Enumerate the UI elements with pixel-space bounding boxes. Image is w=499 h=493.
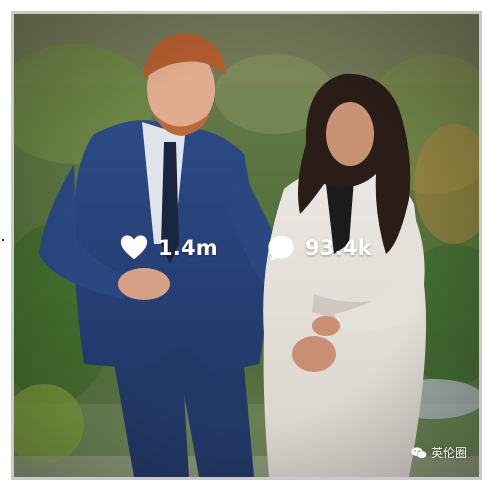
watermark: 英伦圈 bbox=[411, 444, 467, 461]
watermark-text: 英伦圈 bbox=[430, 446, 467, 460]
post-photo[interactable]: 1.4m 93.4k 英伦圈 bbox=[14, 14, 479, 477]
page: 1.4m 93.4k 英伦圈 bbox=[0, 0, 499, 493]
post-image-frame[interactable]: 1.4m 93.4k 英伦圈 bbox=[11, 11, 482, 480]
photo-illustration bbox=[14, 14, 479, 477]
wechat-icon bbox=[411, 446, 427, 459]
bullet-dot bbox=[2, 239, 4, 241]
